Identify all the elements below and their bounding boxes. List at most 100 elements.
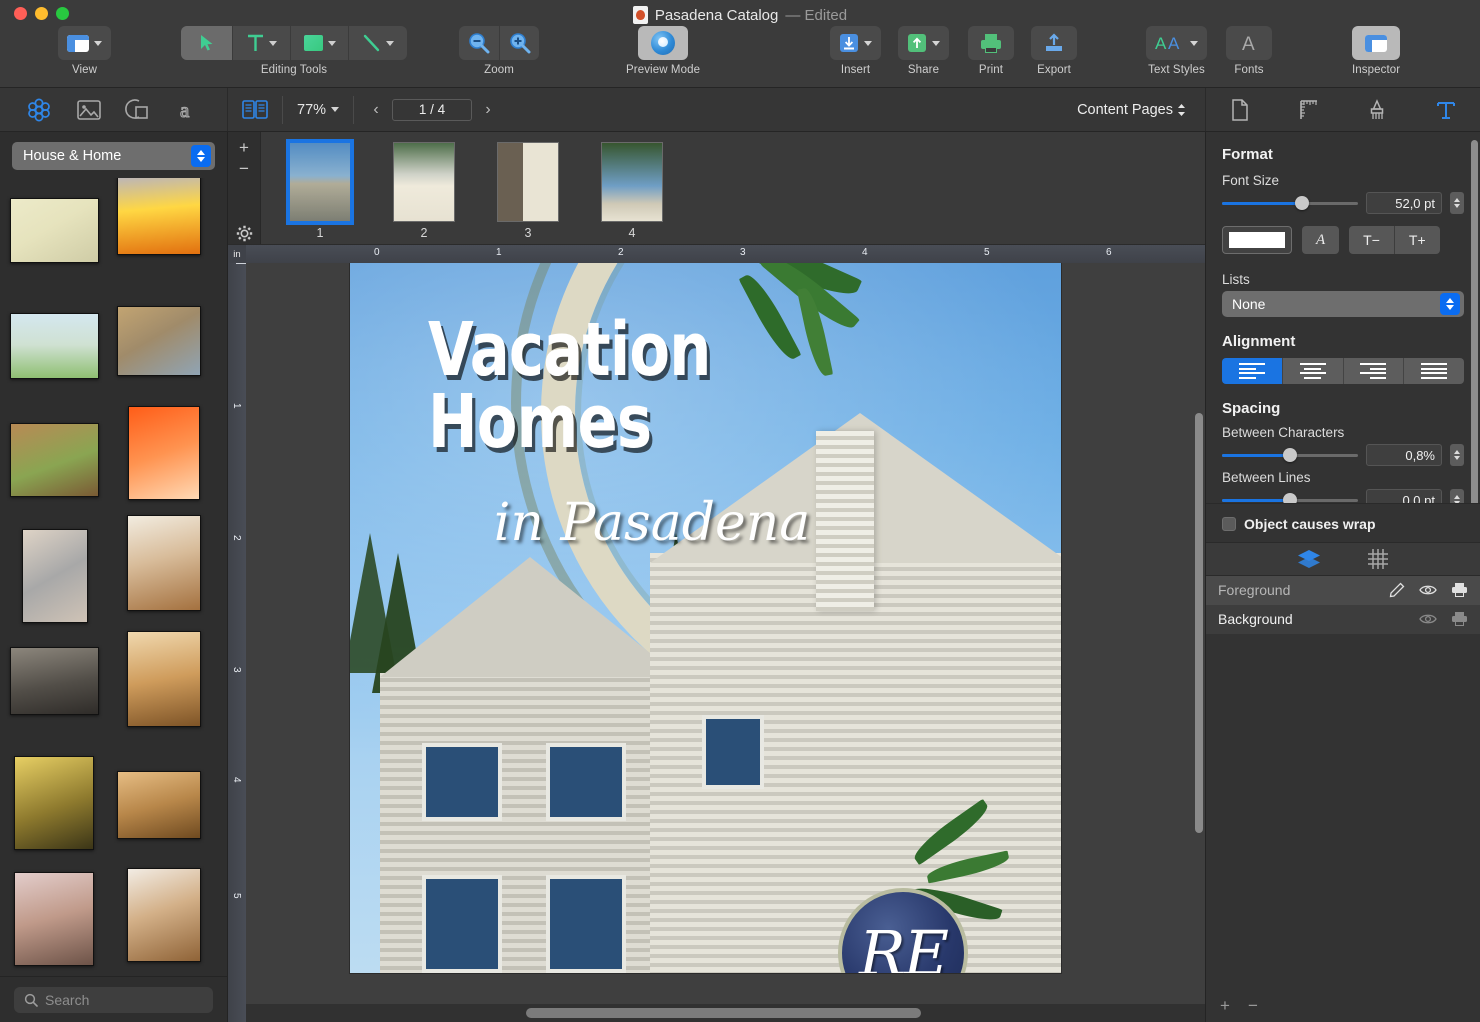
canvas-vertical-scrollbar[interactable] xyxy=(1195,413,1203,833)
font-size-stepper[interactable] xyxy=(1450,192,1464,214)
preview-mode-button[interactable] xyxy=(638,26,689,60)
pencil-icon[interactable] xyxy=(1389,582,1405,598)
library-image-arched-window[interactable] xyxy=(127,868,201,962)
previous-page-button[interactable]: ‹ xyxy=(368,101,384,119)
spacing-slider-1[interactable] xyxy=(1222,492,1358,503)
eye-icon[interactable] xyxy=(1419,583,1437,597)
remove-layer-button[interactable]: − xyxy=(1248,996,1258,1016)
align-right-button[interactable] xyxy=(1343,358,1405,384)
text-tool[interactable] xyxy=(233,26,291,60)
page-thumb-4[interactable]: 4 xyxy=(601,142,663,240)
page-indicator[interactable]: 1 / 4 xyxy=(392,98,473,121)
align-left-button[interactable] xyxy=(1222,358,1283,384)
search-input[interactable]: Search xyxy=(14,986,213,1013)
italic-button[interactable]: A xyxy=(1302,226,1340,254)
layer-row-foreground[interactable]: Foreground xyxy=(1206,575,1480,605)
library-image-wood-staircase-hall[interactable] xyxy=(127,631,201,727)
arrow-cursor-tool[interactable] xyxy=(181,26,233,60)
vertical-ruler[interactable]: 1 2 3 4 5 xyxy=(228,263,246,1022)
window-controls[interactable] xyxy=(14,7,69,20)
spacing-field-1[interactable]: 0,0 pt xyxy=(1366,489,1442,503)
zoom-out-button[interactable] xyxy=(459,26,499,60)
document-canvas[interactable]: Vacation Homes in Pasadena RE xyxy=(246,263,1205,1022)
inspector-scrollbar[interactable] xyxy=(1471,140,1478,503)
library-image-living-room[interactable] xyxy=(10,647,99,715)
scrollbar-thumb[interactable] xyxy=(526,1008,921,1018)
page-thumb-3[interactable]: 3 xyxy=(497,142,559,240)
fonts-button[interactable]: A xyxy=(1226,26,1272,60)
eye-icon[interactable] xyxy=(1419,612,1437,626)
library-image-bedroom-interior[interactable] xyxy=(127,515,201,611)
printer-icon[interactable] xyxy=(1451,582,1468,598)
view-button[interactable] xyxy=(58,26,111,60)
cover-subtitle[interactable]: in Pasadena xyxy=(432,493,872,553)
next-page-button[interactable]: › xyxy=(480,101,496,119)
library-image-wood-kitchen[interactable] xyxy=(117,771,201,839)
line-tool[interactable] xyxy=(349,26,407,60)
share-button[interactable] xyxy=(898,26,949,60)
text-format-icon[interactable] xyxy=(1435,98,1457,122)
shape-tool[interactable] xyxy=(291,26,349,60)
facing-pages-icon[interactable] xyxy=(242,99,268,121)
spacing-field-0[interactable]: 0,8% xyxy=(1366,444,1442,466)
insert-button[interactable] xyxy=(830,26,881,60)
library-image-curved-staircase[interactable] xyxy=(14,872,94,966)
library-image-red-lanterns[interactable] xyxy=(128,406,200,500)
spacing-slider-0[interactable] xyxy=(1222,447,1358,463)
zoom-segmented[interactable] xyxy=(459,26,539,60)
library-category-select[interactable]: House & Home xyxy=(12,142,215,170)
remove-page-button[interactable]: − xyxy=(231,159,257,180)
page-thumb-1[interactable]: 1 xyxy=(286,139,354,240)
layer-row-background[interactable]: Background xyxy=(1206,604,1480,634)
layers-icon[interactable] xyxy=(1296,548,1322,570)
print-button[interactable] xyxy=(968,26,1014,60)
export-button[interactable] xyxy=(1031,26,1077,60)
library-image-lounge-fireplace[interactable] xyxy=(14,756,94,850)
shapes-icon[interactable] xyxy=(125,98,151,122)
lists-select[interactable]: None xyxy=(1222,291,1464,317)
spacing-stepper-1[interactable] xyxy=(1450,489,1464,503)
library-image-grid[interactable] xyxy=(0,178,227,976)
gear-icon[interactable] xyxy=(231,223,257,244)
object-wrap-row[interactable]: Object causes wrap xyxy=(1206,502,1480,542)
font-size-slider[interactable] xyxy=(1222,195,1358,211)
decrease-font-button[interactable]: T− xyxy=(1349,226,1394,254)
printer-icon[interactable] xyxy=(1451,611,1468,627)
text-color-well[interactable] xyxy=(1222,226,1292,254)
zoom-in-button[interactable] xyxy=(499,26,539,60)
library-image-coffee-cup[interactable] xyxy=(10,198,99,263)
close-button[interactable] xyxy=(14,7,27,20)
images-icon[interactable] xyxy=(76,98,102,122)
document-page[interactable]: Vacation Homes in Pasadena RE xyxy=(350,263,1061,973)
font-size-field[interactable]: 52,0 pt xyxy=(1366,192,1442,214)
object-wrap-checkbox[interactable] xyxy=(1222,516,1236,531)
horizontal-ruler[interactable]: 0 1 2 3 4 5 6 xyxy=(246,245,1205,263)
text-art-icon[interactable]: a xyxy=(175,98,201,122)
increase-font-button[interactable]: T+ xyxy=(1393,226,1440,254)
content-pages-selector[interactable]: Content Pages xyxy=(1077,102,1187,118)
library-image-flower-pot[interactable] xyxy=(10,423,99,497)
page-thumb-2[interactable]: 2 xyxy=(393,142,455,240)
cover-title[interactable]: Vacation Homes xyxy=(428,313,764,459)
grid-icon[interactable] xyxy=(1366,548,1390,570)
library-image-yellow-chair[interactable] xyxy=(117,178,201,255)
spacing-stepper-0[interactable] xyxy=(1450,444,1464,466)
document-icon[interactable] xyxy=(1229,98,1251,122)
library-image-adirondack-chairs[interactable] xyxy=(10,313,99,379)
canvas-horizontal-scrollbar[interactable] xyxy=(246,1004,1205,1022)
zoom-level-control[interactable]: 77% xyxy=(297,102,340,118)
ruler-icon[interactable] xyxy=(1298,98,1320,122)
zoom-button[interactable] xyxy=(56,7,69,20)
text-styles-button[interactable]: A A xyxy=(1146,26,1207,60)
templates-icon[interactable] xyxy=(26,97,52,123)
align-justify-button[interactable] xyxy=(1404,358,1464,384)
align-center-button[interactable] xyxy=(1282,358,1344,384)
brush-icon[interactable] xyxy=(1366,98,1388,122)
add-page-button[interactable]: + xyxy=(231,138,257,159)
add-layer-button[interactable]: + xyxy=(1220,996,1230,1016)
minimize-button[interactable] xyxy=(35,7,48,20)
library-image-metal-pitcher[interactable] xyxy=(22,529,88,623)
library-image-keys-on-door[interactable] xyxy=(117,306,201,376)
inspector-button[interactable] xyxy=(1352,26,1401,60)
editing-tools-segmented[interactable] xyxy=(181,26,407,60)
